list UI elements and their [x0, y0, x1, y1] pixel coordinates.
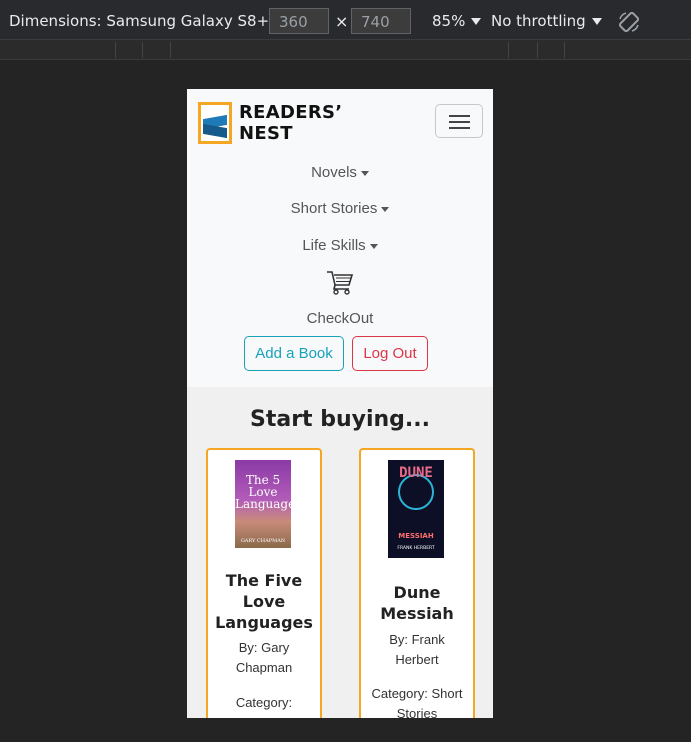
books-logo-icon	[198, 102, 232, 144]
cover-author: FRANK HERBERT	[397, 546, 435, 551]
nav-item-label: Novels	[311, 164, 357, 181]
brand-link[interactable]: READERS’ NEST	[198, 102, 342, 144]
brand-name: READERS’ NEST	[239, 102, 342, 144]
height-input[interactable]: 740	[351, 8, 411, 34]
brand-line-1: READERS’	[239, 102, 343, 123]
nav-checkout-link[interactable]: CheckOut	[187, 310, 493, 327]
page-title: Start buying...	[249, 407, 430, 432]
throttling-dropdown[interactable]: No throttling	[491, 12, 602, 30]
media-query-ruler	[0, 40, 691, 60]
logout-button[interactable]: Log Out	[352, 336, 428, 371]
device-dimensions-label: Dimensions: Samsung Galaxy S8+	[9, 12, 270, 30]
book-category: Category:	[235, 695, 293, 710]
main-content: Start buying... The 5 Love Languages GAR…	[187, 387, 493, 718]
nav-short-stories-dropdown[interactable]: Short Stories	[187, 200, 493, 217]
shopping-cart-icon[interactable]	[326, 269, 354, 295]
navbar: READERS’ NEST Novels Short Stories Life …	[187, 89, 493, 387]
book-cover-image: The 5 Love Languages GARY CHAPMAN	[235, 460, 291, 548]
book-title: Dune Messiah	[380, 583, 454, 623]
page-viewport: READERS’ NEST Novels Short Stories Life …	[187, 89, 493, 718]
book-author: By: Gary Chapman	[235, 640, 293, 675]
nav-life-skills-dropdown[interactable]: Life Skills	[187, 237, 493, 254]
caret-down-icon	[369, 243, 378, 249]
book-card[interactable]: The 5 Love Languages GARY CHAPMAN The Fi…	[206, 448, 322, 718]
book-category: Category: Short Stories	[371, 686, 463, 718]
caret-down-icon	[381, 206, 390, 212]
nav-novels-dropdown[interactable]: Novels	[187, 164, 493, 181]
add-book-button[interactable]: Add a Book	[244, 336, 344, 371]
zoom-dropdown[interactable]: 85%	[432, 12, 482, 30]
width-input[interactable]: 360	[269, 8, 329, 34]
device-dimensions-dropdown[interactable]: Dimensions: Samsung Galaxy S8+	[9, 12, 286, 30]
caret-down-icon	[360, 170, 369, 176]
book-card[interactable]: DUNE MESSIAH FRANK HERBERT Dune Messiah …	[359, 448, 475, 718]
zoom-label: 85%	[432, 12, 466, 30]
navbar-toggle-button[interactable]	[435, 104, 483, 138]
hamburger-icon	[449, 115, 470, 117]
book-cover-image: DUNE MESSIAH FRANK HERBERT	[388, 460, 444, 558]
cover-title: The 5 Love Languages	[235, 473, 291, 511]
throttling-label: No throttling	[491, 12, 586, 30]
rotate-icon[interactable]	[617, 10, 641, 34]
cover-title: DUNE	[399, 465, 433, 481]
device-toolbar: Dimensions: Samsung Galaxy S8+ 360 × 740…	[0, 0, 691, 40]
book-author: By: Frank Herbert	[389, 632, 445, 667]
times-sign: ×	[335, 12, 349, 31]
chevron-down-icon	[471, 18, 482, 25]
brand-line-2: NEST	[239, 123, 293, 144]
chevron-down-icon	[591, 18, 602, 25]
book-title: The Five Love Languages	[215, 571, 313, 632]
cover-author: GARY CHAPMAN	[240, 538, 286, 544]
nav-item-label: Life Skills	[302, 237, 366, 254]
cover-subtitle: MESSIAH	[398, 532, 434, 540]
nav-item-label: Short Stories	[290, 200, 378, 217]
